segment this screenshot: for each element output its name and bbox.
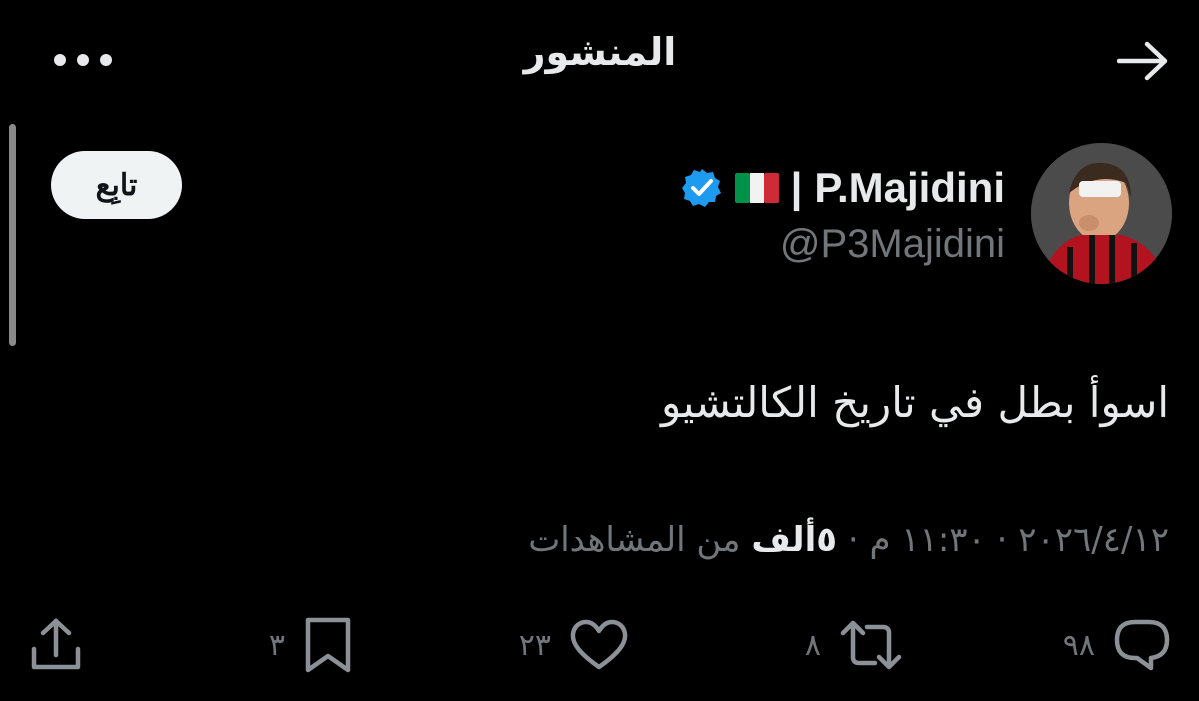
verified-badge-icon bbox=[681, 167, 723, 209]
bookmark-count: ٣ bbox=[268, 627, 285, 663]
author-handle[interactable]: @P3Majidini bbox=[780, 222, 1005, 267]
reply-icon bbox=[1113, 618, 1171, 672]
views-count: ٥ألف bbox=[751, 520, 837, 560]
avatar[interactable] bbox=[1031, 143, 1172, 284]
bookmark-button[interactable]: ٣ bbox=[269, 612, 353, 678]
arrow-right-icon bbox=[1117, 41, 1169, 81]
heart-icon bbox=[569, 619, 629, 671]
retweet-count: ٨ bbox=[804, 627, 821, 663]
views-label: من المشاهدات bbox=[528, 520, 741, 560]
author-separator: | bbox=[790, 164, 803, 211]
like-button[interactable]: ٢٣ bbox=[519, 612, 629, 678]
bookmark-icon bbox=[303, 616, 353, 674]
reply-count: ٩٨ bbox=[1062, 627, 1095, 663]
follow-button[interactable]: تابِع bbox=[51, 151, 182, 219]
more-button[interactable] bbox=[50, 40, 116, 80]
more-horizontal-icon bbox=[53, 53, 113, 67]
retweet-icon bbox=[839, 619, 903, 671]
tweet-time[interactable]: ١١:٣٠ م bbox=[869, 520, 985, 560]
italy-flag-icon bbox=[734, 173, 779, 203]
tweet-meta: ٢٠٢٦/٤/١٢ · ١١:٣٠ م · ٥ألف من المشاهدات bbox=[29, 520, 1169, 560]
meta-separator: · bbox=[996, 520, 1008, 560]
like-count: ٢٣ bbox=[518, 627, 551, 663]
author-display-name: P.Majidini bbox=[814, 164, 1005, 211]
reply-button[interactable]: ٩٨ bbox=[1063, 612, 1171, 678]
tweet-text: اسوأ بطل في تاريخ الكالتشيو bbox=[661, 378, 1169, 427]
retweet-button[interactable]: ٨ bbox=[805, 612, 903, 678]
tweet-date[interactable]: ٢٠٢٦/٤/١٢ bbox=[1018, 520, 1169, 560]
share-button[interactable] bbox=[30, 612, 82, 678]
back-button[interactable] bbox=[1115, 36, 1171, 86]
share-icon bbox=[30, 617, 82, 673]
page-title: المنشور bbox=[523, 30, 677, 74]
scrollbar[interactable] bbox=[9, 124, 16, 346]
meta-separator: · bbox=[847, 520, 859, 560]
author-name-row[interactable]: | P.Majidini bbox=[681, 160, 1005, 216]
